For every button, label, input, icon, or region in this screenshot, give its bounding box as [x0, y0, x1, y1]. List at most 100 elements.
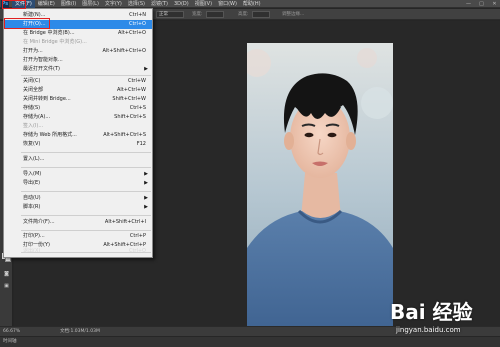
menu-separator	[21, 191, 151, 192]
submenu-arrow-icon: ▶	[144, 66, 148, 72]
menu-item-close[interactable]: 关闭(C) Ctrl+W	[4, 77, 152, 86]
watermark-url: jingyan.baidu.com	[396, 326, 461, 334]
width-field[interactable]	[206, 11, 224, 18]
menu-view[interactable]: 视图(V)	[192, 0, 215, 8]
menu-item-label: 打开为智能对象...	[23, 57, 63, 63]
menu-item-shortcut: Ctrl+N	[129, 12, 146, 18]
menu-item-save-for-web[interactable]: 存储为 Web 所用格式... Alt+Shift+Ctrl+S	[4, 131, 152, 140]
menu-item-label: 关闭全部	[23, 87, 44, 93]
minimize-icon[interactable]: —	[465, 0, 472, 8]
menu-item-shortcut: Alt+Shift+Ctrl+S	[103, 132, 146, 138]
menu-item-revert[interactable]: 恢复(V) F12	[4, 140, 152, 149]
quick-mask-icon[interactable]: ◙	[3, 271, 10, 277]
menu-item-label: 存储(S)	[23, 105, 41, 111]
baidu-jingyan-watermark: Bai 经验 jingyan.baidu.com	[390, 296, 490, 341]
menu-separator	[21, 230, 151, 231]
menu-item-label: 在 Bridge 中浏览(B)...	[23, 30, 75, 36]
menu-window[interactable]: 窗口(W)	[215, 0, 240, 8]
menu-item-label: 存储为 Web 所用格式...	[23, 132, 77, 138]
menu-layer[interactable]: 图层(L)	[79, 0, 102, 8]
menu-item-label: 关闭(C)	[23, 78, 41, 84]
height-field[interactable]	[252, 11, 270, 18]
menu-item-automate[interactable]: 自动(U) ▶	[4, 194, 152, 203]
menu-item-shortcut: Alt+Shift+Ctrl+I	[104, 219, 146, 225]
timeline-tab[interactable]: 时间轴	[3, 337, 17, 347]
menu-item-label: 存储为(A)...	[23, 114, 51, 120]
menu-separator	[21, 75, 151, 76]
menu-item-print[interactable]: 打印(P)... Ctrl+P	[4, 232, 152, 241]
refine-edge-button[interactable]: 调整边缘...	[282, 11, 304, 18]
menu-item-import[interactable]: 导入(M) ▶	[4, 170, 152, 179]
menu-item-save[interactable]: 存储(S) Ctrl+S	[4, 104, 152, 113]
menu-filter[interactable]: 滤镜(T)	[148, 0, 171, 8]
menu-item-label: 签入(I)...	[23, 123, 44, 129]
zoom-level[interactable]: 66.67%	[3, 327, 20, 337]
menu-select[interactable]: 选择(S)	[125, 0, 148, 8]
menu-help[interactable]: 帮助(H)	[240, 0, 264, 8]
menu-item-label: 文件简介(F)...	[23, 219, 55, 225]
menu-item-recent-files[interactable]: 最近打开文件(T) ▶	[4, 65, 152, 74]
submenu-arrow-icon: ▶	[144, 195, 148, 201]
menu-item-label: 打印(P)...	[23, 233, 45, 239]
annotation-box-file-menu	[2, 0, 26, 9]
menu-item-browse-bridge[interactable]: 在 Bridge 中浏览(B)... Alt+Ctrl+O	[4, 29, 152, 38]
menu-item-open-as[interactable]: 打开为... Alt+Shift+Ctrl+O	[4, 47, 152, 56]
menu-item-shortcut: Ctrl+Q	[128, 248, 146, 254]
menu-item-label: 导出(E)	[23, 180, 41, 186]
menu-separator	[21, 215, 151, 216]
menu-item-shortcut: Alt+Shift+Ctrl+O	[102, 48, 146, 54]
menu-item-scripts[interactable]: 脚本(R) ▶	[4, 203, 152, 212]
menu-item-label: 最近打开文件(T)	[23, 66, 60, 72]
menu-item-shortcut: Alt+Ctrl+W	[117, 87, 146, 93]
menu-separator	[21, 167, 151, 168]
menu-item-label: 退出(X)	[23, 248, 41, 254]
menu-item-label: 恢复(V)	[23, 141, 41, 147]
mode-value: 正常	[159, 12, 168, 17]
menu-item-shortcut: Shift+Ctrl+S	[114, 114, 146, 120]
menu-3d[interactable]: 3D(D)	[171, 0, 192, 8]
height-label: 高度:	[238, 12, 249, 17]
submenu-arrow-icon: ▶	[144, 180, 148, 186]
menu-type[interactable]: 文字(Y)	[102, 0, 125, 8]
menu-item-label: 自动(U)	[23, 195, 41, 201]
width-label: 宽度:	[192, 12, 203, 17]
menu-item-label: 置入(L)...	[23, 156, 45, 162]
menu-item-shortcut: Ctrl+P	[129, 233, 146, 239]
screen-mode-icon[interactable]: ▣	[3, 283, 10, 289]
menu-item-label: 打开为...	[23, 48, 43, 54]
menu-item-file-info[interactable]: 文件简介(F)... Alt+Shift+Ctrl+I	[4, 218, 152, 227]
document-info: 文档:1.03M/1.03M	[60, 329, 100, 334]
maximize-icon[interactable]: □	[478, 0, 485, 8]
menu-item-shortcut: Shift+Ctrl+W	[112, 96, 146, 102]
menu-item-shortcut: Ctrl+W	[127, 78, 146, 84]
menu-item-shortcut: Ctrl+O	[128, 21, 146, 27]
window-controls: — □ ✕	[465, 0, 498, 8]
menu-item-shortcut: Ctrl+S	[129, 105, 146, 111]
menu-edit[interactable]: 编辑(E)	[35, 0, 58, 8]
menu-item-label: 在 Mini Bridge 中浏览(G)...	[23, 39, 87, 45]
menu-item-export[interactable]: 导出(E) ▶	[4, 179, 152, 188]
menu-item-place[interactable]: 置入(L)...	[4, 155, 152, 164]
submenu-arrow-icon: ▶	[144, 171, 148, 177]
submenu-arrow-icon: ▶	[144, 204, 148, 210]
annotation-box-open-item	[4, 18, 50, 29]
menu-item-close-go-bridge[interactable]: 关闭并转到 Bridge... Shift+Ctrl+W	[4, 95, 152, 104]
menu-item-label: 关闭并转到 Bridge...	[23, 96, 71, 102]
menu-bar: Ps 文件(F) 编辑(E) 图像(I) 图层(L) 文字(Y) 选择(S) 滤…	[0, 0, 500, 8]
menu-item-check-in: 签入(I)...	[4, 122, 152, 131]
close-icon[interactable]: ✕	[491, 0, 498, 8]
portrait-image	[247, 43, 393, 333]
menu-item-label: 脚本(R)	[23, 204, 41, 210]
menu-list: 文件(F) 编辑(E) 图像(I) 图层(L) 文字(Y) 选择(S) 滤镜(T…	[12, 0, 264, 8]
menu-item-exit[interactable]: 退出(X) Ctrl+Q	[4, 247, 152, 256]
menu-item-browse-mini-bridge: 在 Mini Bridge 中浏览(G)...	[4, 38, 152, 47]
file-menu-dropdown: 新建(N)... Ctrl+N 打开(O)... Ctrl+O 在 Bridge…	[3, 8, 153, 258]
menu-item-open-smart-object[interactable]: 打开为智能对象...	[4, 56, 152, 65]
mode-select[interactable]: 正常	[156, 11, 184, 18]
document-photo	[247, 43, 393, 333]
menu-image[interactable]: 图像(I)	[58, 0, 79, 8]
menu-item-close-all[interactable]: 关闭全部 Alt+Ctrl+W	[4, 86, 152, 95]
menu-item-shortcut: Alt+Ctrl+O	[118, 30, 146, 36]
menu-item-label: 导入(M)	[23, 171, 42, 177]
menu-item-save-as[interactable]: 存储为(A)... Shift+Ctrl+S	[4, 113, 152, 122]
